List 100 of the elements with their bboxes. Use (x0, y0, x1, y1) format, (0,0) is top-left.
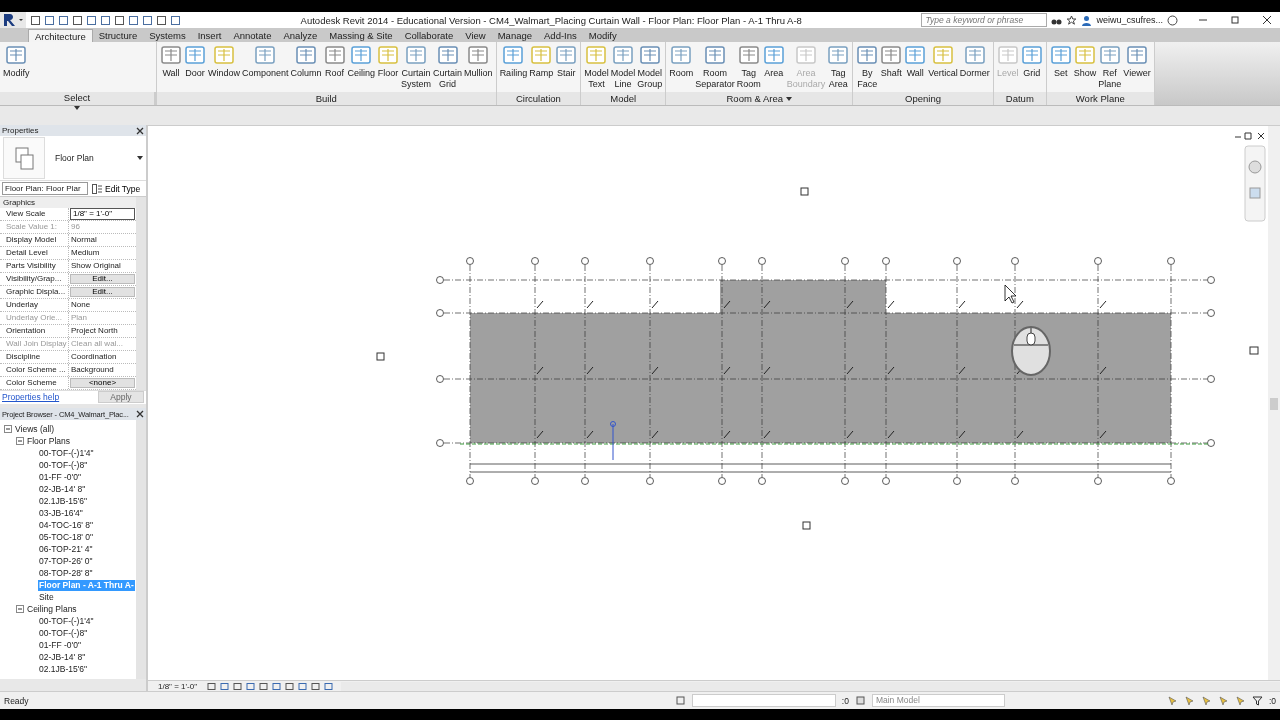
ribbon-tool-button[interactable]: Model Line (609, 44, 637, 92)
ribbon-tool-button[interactable]: Grid (1019, 44, 1044, 92)
tree-item[interactable]: 00-TOF-(-)8" (38, 459, 89, 471)
selection-icon[interactable] (1183, 695, 1195, 706)
restore-button[interactable] (1228, 14, 1242, 26)
toolbar-icon[interactable] (86, 14, 97, 26)
ribbon-tab[interactable]: Massing & Site (323, 29, 399, 42)
ribbon-tab[interactable]: View (459, 29, 492, 42)
ribbon-tab[interactable]: Manage (491, 29, 539, 42)
horizontal-scrollbar[interactable] (0, 679, 146, 691)
toolbar-icon[interactable] (114, 14, 125, 26)
collapse-icon[interactable] (16, 605, 24, 613)
ribbon-tool-button[interactable]: Ramp (528, 44, 555, 92)
ribbon-tool-button[interactable]: Set (1048, 44, 1073, 92)
tree-item[interactable]: 02.1JB-15'6" (38, 663, 89, 675)
ribbon-tool-button[interactable]: Wall (159, 44, 183, 92)
ribbon-tool-button[interactable]: Dormer (958, 44, 991, 92)
property-edit-button[interactable]: <none> (70, 377, 135, 388)
property-value[interactable]: Medium (69, 246, 136, 259)
close-icon[interactable] (136, 410, 144, 418)
ribbon-tab[interactable]: Systems (143, 29, 192, 42)
tree-item[interactable]: 00-TOF-(-)1'4" (38, 615, 95, 627)
property-value[interactable]: Background (69, 363, 136, 376)
ribbon-tab[interactable]: Analyze (277, 29, 324, 42)
tree-item[interactable]: 08-TOP-28' 8" (38, 567, 94, 579)
toolbar-icon[interactable] (170, 14, 181, 26)
tree-item[interactable]: 04-TOC-16' 8" (38, 519, 95, 531)
ribbon-tool-button[interactable]: Area (761, 44, 786, 92)
properties-help-link[interactable]: Properties help (2, 392, 60, 403)
tree-item[interactable]: Floor Plans (26, 435, 71, 447)
tree-item[interactable]: Site (38, 591, 55, 603)
ribbon-tab[interactable]: Structure (92, 29, 144, 42)
type-name[interactable]: Floor Plan (55, 153, 127, 164)
ribbon-tool-button[interactable]: Mullion (463, 44, 494, 92)
ribbon-tool-button[interactable]: Curtain Grid (432, 44, 464, 92)
selection-icon[interactable] (1200, 695, 1212, 706)
ribbon-tool-button[interactable]: Stair (554, 44, 579, 92)
elevation-marker-icon[interactable] (376, 352, 385, 361)
ribbon-tool-button[interactable]: Window (207, 44, 241, 92)
tree-item[interactable]: 01-FF -0'0" (38, 471, 82, 483)
horizontal-scrollbar[interactable] (341, 681, 1280, 691)
toolbar-icon[interactable] (156, 14, 167, 26)
caret-icon[interactable] (786, 96, 792, 101)
toolbar-icon[interactable] (128, 14, 139, 26)
selection-icon[interactable] (1234, 695, 1246, 706)
toolbar-icon[interactable] (100, 14, 111, 26)
ribbon-tool-button[interactable]: Curtain System (400, 44, 433, 92)
design-option-dropdown[interactable]: Main Model (871, 694, 1005, 707)
ribbon-tool-button[interactable]: By Face (855, 44, 880, 92)
tree-item[interactable]: 02-JB-14' 8" (38, 651, 87, 663)
panel-title[interactable]: Build (315, 93, 337, 104)
star-icon[interactable] (1066, 14, 1078, 26)
ribbon-tool-button[interactable]: Viewer (1122, 44, 1152, 92)
tree-item[interactable]: Views (all) (14, 423, 56, 435)
collapse-icon[interactable] (4, 425, 12, 433)
toolbar-icon[interactable] (58, 14, 69, 26)
ribbon-tool-button[interactable]: Component (241, 44, 290, 92)
ribbon-tool-button[interactable]: Door (183, 44, 207, 92)
tree-item[interactable]: 07-TOP-26' 0" (38, 555, 94, 567)
tree-item[interactable]: 02-JB-14' 8" (38, 483, 87, 495)
close-icon[interactable] (136, 126, 144, 135)
ribbon-tool-button[interactable]: Ceiling (346, 44, 377, 92)
help-icon[interactable] (1167, 14, 1178, 26)
property-value[interactable]: Project North (69, 324, 136, 337)
ribbon-tool-button[interactable]: Floor (376, 44, 401, 92)
close-button[interactable] (1260, 14, 1274, 26)
property-edit-button[interactable]: Edit... (70, 286, 135, 297)
selection-icon[interactable] (1217, 695, 1229, 706)
tree-item[interactable]: 06-TOP-21' 4" (38, 543, 94, 555)
ribbon-tool-button[interactable]: Tag Area (826, 44, 851, 92)
worksets-icon[interactable] (674, 695, 686, 706)
user-name[interactable]: weiwu_csufres... (1096, 15, 1163, 25)
elevation-marker-icon[interactable] (802, 521, 811, 530)
tree-item[interactable]: 02.1JB-15'6" (38, 495, 89, 507)
ribbon-tool-button[interactable]: Ref Plane (1097, 44, 1123, 92)
elevation-marker-icon[interactable] (800, 187, 809, 196)
ribbon-tool-button[interactable]: Show (1072, 44, 1098, 92)
instance-dropdown[interactable]: Floor Plan: Floor Plar (2, 182, 88, 195)
property-value[interactable]: Show Original (69, 259, 136, 272)
filter-icon[interactable] (1251, 695, 1263, 706)
tree-item[interactable]: 03-JB-16'4" (38, 507, 84, 519)
ribbon-tool-button[interactable]: Modify (2, 44, 31, 92)
ribbon-tool-button[interactable]: Vertical (927, 44, 959, 92)
ribbon-tool-button[interactable]: Room (668, 44, 695, 92)
property-edit-button[interactable]: Edit... (70, 273, 135, 284)
ribbon-tool-button[interactable]: Column (289, 44, 323, 92)
ribbon-tool-button[interactable]: Model Group (636, 44, 664, 92)
ribbon-tool-button[interactable]: Wall (903, 44, 928, 92)
property-value[interactable]: Coordination (69, 350, 136, 363)
app-logo[interactable] (0, 12, 26, 28)
ribbon-tool-button[interactable]: Railing (498, 44, 529, 92)
toolbar-icon[interactable] (44, 14, 55, 26)
ribbon-tool-button[interactable]: Roof (322, 44, 347, 92)
search-field[interactable]: Type a keyword or phrase (921, 13, 1048, 27)
ribbon-tool-button[interactable]: Room Separator (694, 44, 736, 92)
ribbon-tool-button[interactable]: Tag Room (735, 44, 762, 92)
ribbon-tool-button[interactable]: Model Text (583, 44, 610, 92)
tree-item[interactable]: Ceiling Plans (26, 603, 78, 615)
toolbar-icon[interactable] (142, 14, 153, 26)
view-window-controls[interactable] (1234, 132, 1265, 140)
